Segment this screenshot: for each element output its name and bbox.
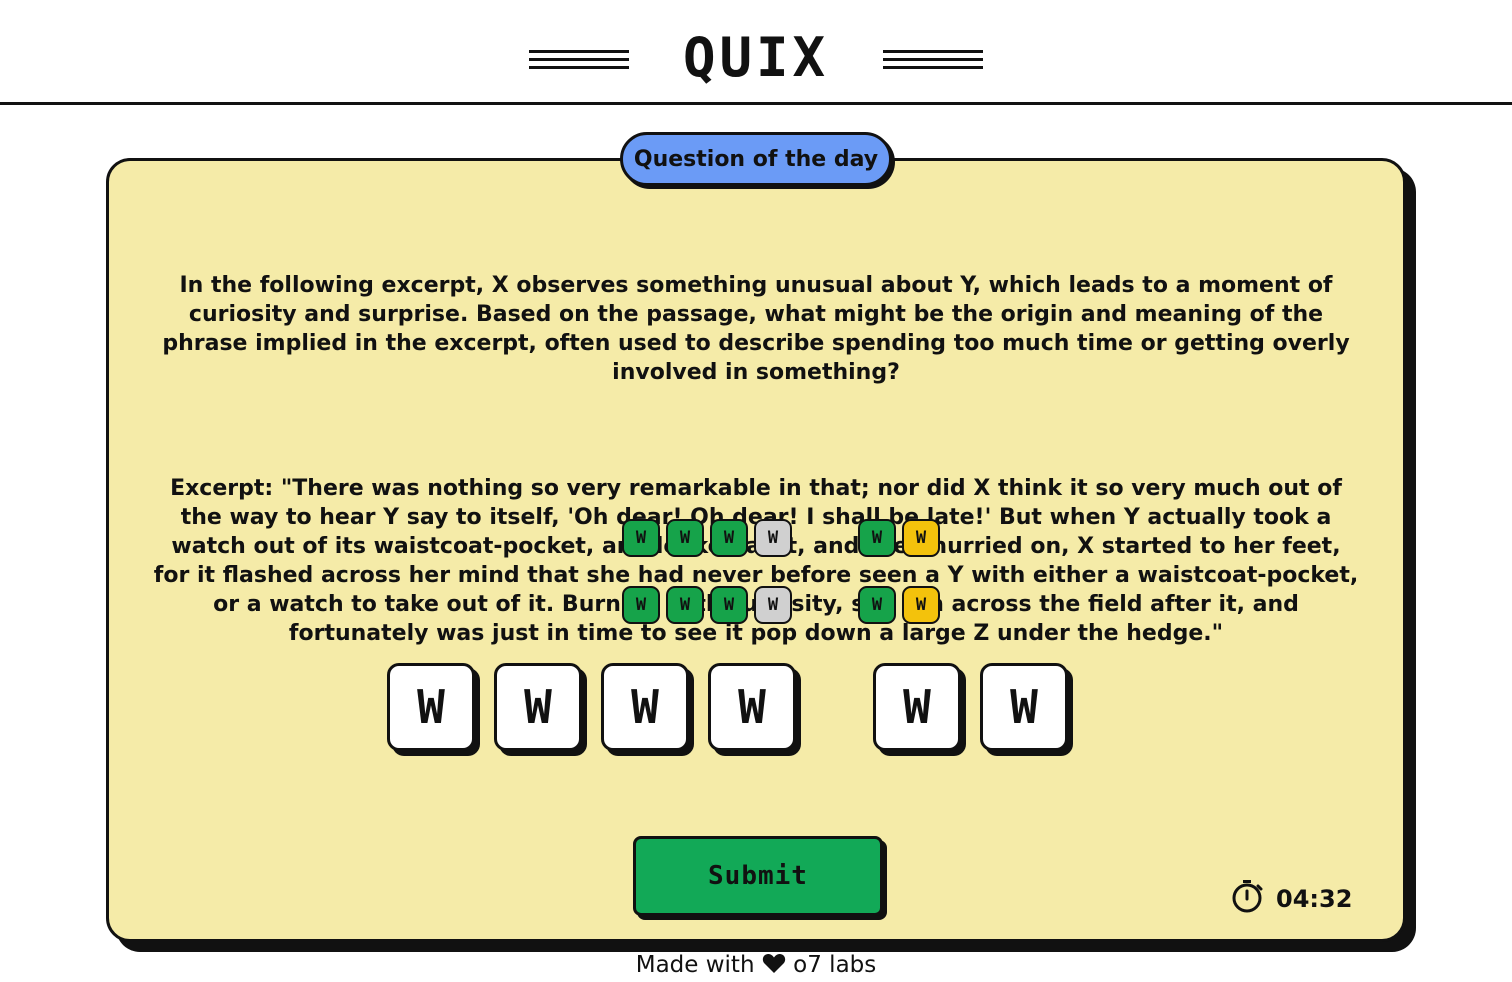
hint-tile: W: [754, 519, 792, 557]
hint-tile: W: [622, 586, 660, 624]
decorative-lines-right: [883, 50, 983, 74]
hint-tile: W: [710, 519, 748, 557]
hint-tile: W: [666, 519, 704, 557]
question-prompt: In the following excerpt, X observes som…: [162, 273, 1358, 385]
stopwatch-icon: [1230, 878, 1264, 920]
hint-tile: W: [754, 586, 792, 624]
answer-tiles: W W W W W W: [387, 663, 1068, 751]
app-logo[interactable]: QUIX: [0, 28, 1512, 88]
hint-group-word-1: W W W W: [622, 586, 792, 624]
hint-row-2: W W W W W W: [622, 586, 940, 624]
hint-tile: W: [622, 519, 660, 557]
hint-tile: W: [858, 586, 896, 624]
hint-group-word-2: W W: [858, 519, 940, 557]
hint-row-1: W W W W W W: [622, 519, 940, 557]
hint-tile: W: [666, 586, 704, 624]
letter-input-tile[interactable]: W: [708, 663, 796, 751]
heart-icon: [762, 952, 786, 981]
answer-word-1: W W W W: [387, 663, 796, 751]
submit-button[interactable]: Submit: [633, 836, 883, 916]
letter-input-tile[interactable]: W: [601, 663, 689, 751]
hint-tile: W: [858, 519, 896, 557]
timer: 04:32: [1230, 878, 1353, 920]
letter-input-tile[interactable]: W: [494, 663, 582, 751]
footer: Made with o7 labs: [0, 951, 1512, 981]
hint-tile: W: [902, 519, 940, 557]
app-header: QUIX: [0, 0, 1512, 105]
letter-input-tile[interactable]: W: [980, 663, 1068, 751]
letter-input-tile[interactable]: W: [873, 663, 961, 751]
hint-group-word-1: W W W W: [622, 519, 792, 557]
question-of-the-day-badge: Question of the day: [620, 132, 892, 186]
footer-brand-link[interactable]: o7 labs: [793, 952, 876, 978]
answer-word-2: W W: [873, 663, 1068, 751]
footer-text-made-with: Made with: [635, 952, 755, 978]
hint-group-word-2: W W: [858, 586, 940, 624]
hint-tile: W: [710, 586, 748, 624]
question-text-block: In the following excerpt, X observes som…: [150, 213, 1362, 706]
timer-value: 04:32: [1276, 885, 1353, 913]
letter-input-tile[interactable]: W: [387, 663, 475, 751]
hint-tile: W: [902, 586, 940, 624]
